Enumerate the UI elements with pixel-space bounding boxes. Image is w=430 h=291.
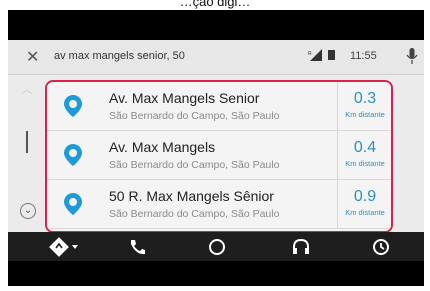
scroll-down-button[interactable]: ⌄ (20, 203, 36, 219)
search-bar[interactable]: ✕ av max mangels senior, 50 R 11:55 (8, 40, 424, 75)
distance-unit: Km distante (345, 208, 385, 217)
distance-value: 0.9 (353, 188, 377, 205)
location-pin-icon (64, 95, 82, 117)
display-bezel (8, 10, 424, 40)
scroll-rail: ︿ ⌄ (8, 75, 48, 232)
distance-unit: Km distante (345, 159, 385, 168)
place-name: Av. Max Mangels Senior (109, 90, 260, 106)
results-panel: ︿ ⌄ Av. Max Mangels Senior São Bernardo … (8, 75, 424, 233)
top-caption: …ção digi… (179, 0, 251, 9)
location-pin-icon (64, 144, 82, 166)
close-icon[interactable]: ✕ (26, 47, 39, 67)
home-icon[interactable] (206, 236, 228, 258)
battery-icon (328, 50, 335, 60)
distance-value: 0.3 (353, 90, 377, 107)
distance-value: 0.4 (353, 139, 377, 156)
mic-icon[interactable] (406, 48, 418, 64)
car-display: ✕ av max mangels senior, 50 R 11:55 ︿ ⌄ (8, 10, 424, 286)
result-row[interactable]: 50 R. Max Mangels Sênior São Bernardo do… (47, 180, 391, 229)
search-query[interactable]: av max mangels senior, 50 (54, 50, 185, 62)
distance-box: 0.3 Km distante (337, 82, 391, 130)
distance-box: 0.4 Km distante (337, 131, 391, 179)
display-bezel-bottom (8, 261, 424, 286)
search-results-list: Av. Max Mangels Senior São Bernardo do C… (45, 80, 393, 233)
navigation-icon[interactable] (48, 236, 82, 258)
bottom-navigation-bar (8, 232, 424, 261)
place-address: São Bernardo do Campo, São Paulo (109, 110, 280, 122)
place-name: 50 R. Max Mangels Sênior (109, 188, 274, 204)
svg-text:R: R (308, 51, 312, 57)
clock: 11:55 (350, 50, 377, 62)
phone-icon[interactable] (126, 236, 148, 258)
scroll-indicator[interactable] (26, 131, 28, 153)
distance-box: 0.9 Km distante (337, 180, 391, 228)
place-address: São Bernardo do Campo, São Paulo (109, 159, 280, 171)
recent-icon[interactable] (370, 236, 392, 258)
distance-unit: Km distante (345, 110, 385, 119)
result-row[interactable]: Av. Max Mangels Senior São Bernardo do C… (47, 82, 391, 131)
scroll-up-icon[interactable]: ︿ (22, 81, 32, 96)
signal-icon: R (308, 49, 322, 61)
place-name: Av. Max Mangels (109, 139, 216, 155)
result-row[interactable]: Av. Max Mangels São Bernardo do Campo, S… (47, 131, 391, 180)
place-address: São Bernardo do Campo, São Paulo (109, 208, 280, 220)
headphones-icon[interactable] (290, 236, 312, 258)
location-pin-icon (64, 193, 82, 215)
